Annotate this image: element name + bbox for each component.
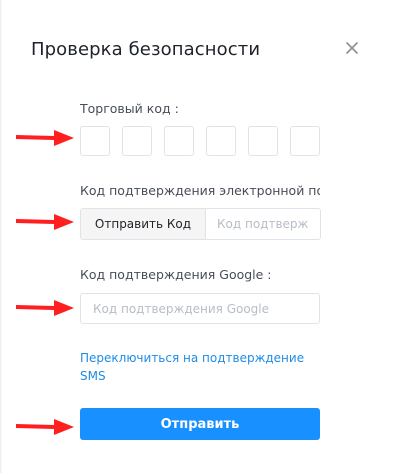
security-verification-dialog: Проверка безопасности Торговый код : Код… — [0, 0, 400, 473]
send-code-button[interactable]: Отправить Код — [81, 209, 206, 239]
trade-code-digit-4[interactable] — [206, 126, 236, 156]
red-arrow-icon — [16, 214, 74, 230]
red-arrow-icon — [16, 300, 74, 316]
red-arrow-icon — [16, 130, 74, 146]
email-code-label: Код подтверждения электронной по — [80, 183, 320, 198]
trade-code-digit-5[interactable] — [248, 126, 278, 156]
red-arrow-icon — [16, 419, 74, 435]
google-code-label: Код подтверждения Google : — [80, 267, 272, 282]
email-code-input-group: Отправить Код — [80, 208, 321, 240]
email-code-input[interactable] — [206, 209, 320, 239]
close-icon[interactable] — [344, 40, 360, 56]
switch-to-sms-link[interactable]: Переключиться на подтверждение SMS — [80, 349, 320, 385]
submit-button[interactable]: Отправить — [80, 408, 320, 440]
trade-code-digit-3[interactable] — [164, 126, 194, 156]
dialog-title: Проверка безопасности — [31, 39, 261, 60]
trade-code-label: Торговый код : — [80, 101, 179, 116]
trade-code-input-group — [80, 126, 320, 156]
dialog-edge — [0, 0, 2, 473]
trade-code-digit-1[interactable] — [80, 126, 110, 156]
trade-code-digit-2[interactable] — [122, 126, 152, 156]
google-code-input[interactable] — [80, 293, 320, 324]
trade-code-digit-6[interactable] — [290, 126, 320, 156]
